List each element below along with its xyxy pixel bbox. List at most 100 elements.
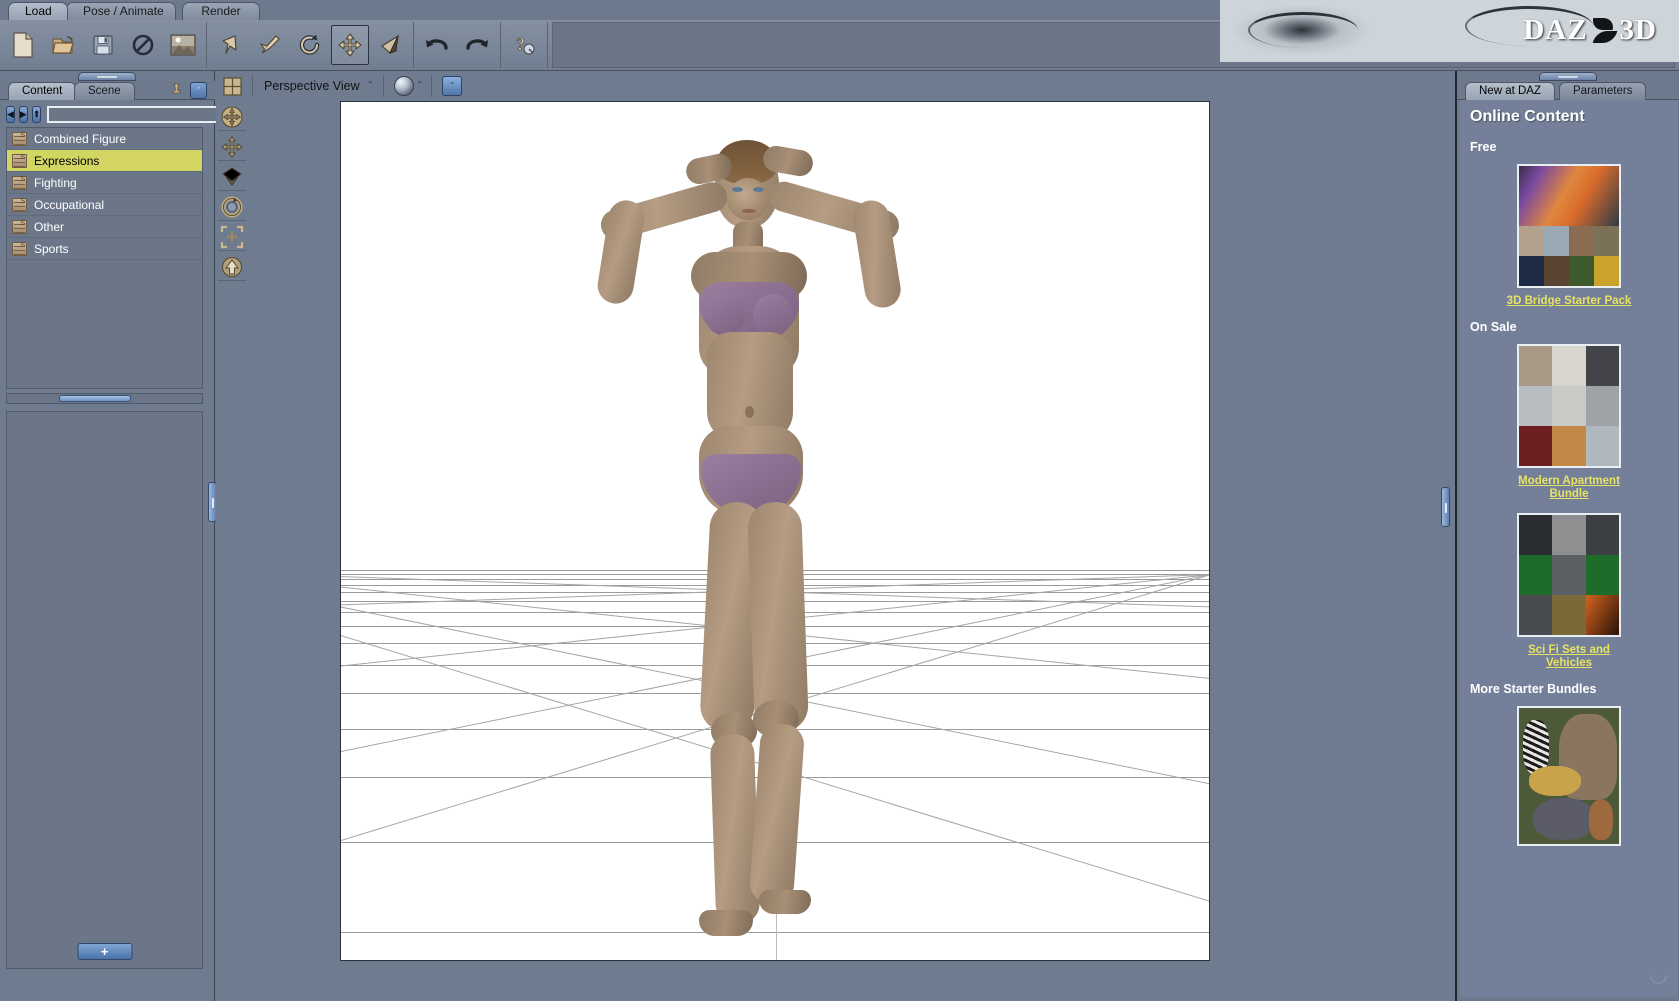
list-item-label: Fighting (34, 175, 77, 190)
pan-camera-icon (221, 135, 243, 158)
modern-apartment-thumb[interactable] (1517, 344, 1621, 468)
tab-load[interactable]: Load (8, 2, 68, 20)
folder-icon (12, 241, 27, 256)
tab-render[interactable]: Render (182, 2, 260, 20)
image-button[interactable] (164, 25, 202, 65)
list-item[interactable]: Fighting (7, 172, 202, 194)
frame-selection-icon (220, 225, 244, 248)
reset-camera-button[interactable] (218, 253, 246, 281)
list-item[interactable]: Other (7, 216, 202, 238)
nav-up-button[interactable]: ⬆ (31, 105, 42, 123)
folder-icon (12, 131, 27, 146)
help-button[interactable]: ? (505, 25, 543, 65)
spotlight-cone-icon (381, 34, 400, 54)
rotate-camera-button[interactable] (218, 193, 246, 221)
pushpin-icon (172, 82, 181, 94)
list-item[interactable]: Expressions (7, 150, 202, 172)
orbit-camera-icon (221, 105, 243, 128)
viewport-layout-button[interactable] (219, 73, 245, 99)
list-item-label: Sports (34, 241, 69, 256)
content-navbar: ◀ ▶ ⬆ ▼ (0, 102, 266, 126)
folder-icon (12, 153, 27, 168)
node-tool-button[interactable] (251, 25, 289, 65)
translate-tool-button[interactable] (331, 25, 369, 65)
online-content-pane: Online Content Free 3D Bridge Starter Pa… (1460, 100, 1678, 997)
toolbar-group-history (414, 22, 501, 68)
animals-bundle-thumb[interactable] (1517, 706, 1621, 846)
left-panel-grip[interactable] (78, 72, 136, 81)
right-panel: New at DAZ Parameters Online Content Fre… (1441, 71, 1679, 1001)
orbit-camera-button[interactable] (218, 103, 246, 131)
new-document-button[interactable] (4, 25, 42, 65)
pin-icon[interactable] (171, 82, 182, 98)
draw-style-chevron-icon: ˇ (418, 80, 422, 92)
list-item[interactable]: Combined Figure (7, 128, 202, 150)
open-folder-icon (52, 36, 74, 54)
scifi-sets-thumb[interactable] (1517, 513, 1621, 637)
shading-sphere-icon (394, 76, 414, 96)
content-list-hscrollbar[interactable] (6, 393, 203, 404)
daz-logo-suffix: 3D (1619, 14, 1657, 46)
content-preview-pane: + (6, 411, 203, 969)
chevron-double-down-icon: ˇ (442, 76, 463, 96)
help-question-icon: ? (516, 34, 535, 55)
dolly-camera-button[interactable] (218, 163, 246, 191)
tab-content[interactable]: Content (8, 82, 77, 100)
content-link-bridge-starter-pack[interactable]: 3D Bridge Starter Pack (1504, 295, 1634, 308)
nav-forward-button[interactable]: ▶ (18, 105, 28, 123)
tab-parameters[interactable]: Parameters (1559, 82, 1647, 100)
toolbar-group-file (0, 22, 207, 68)
viewport-canvas[interactable] (340, 101, 1210, 961)
tab-scene[interactable]: Scene (74, 82, 135, 100)
redo-arrow-icon (466, 39, 488, 50)
viewport-options-button[interactable]: ˇ (439, 73, 465, 99)
new-document-icon (13, 32, 33, 58)
content-link-modern-apartment-bundle[interactable]: Modern Apartment Bundle (1504, 475, 1634, 501)
no-entry-icon (132, 34, 154, 56)
arrow-select-icon (222, 35, 237, 54)
redo-button[interactable] (458, 25, 496, 65)
daz-watermark-icon: ◡ (1648, 961, 1668, 986)
viewport-toolbar: Perspective View ˇ ˇ ˇ (216, 71, 1443, 101)
tab-pose-animate[interactable]: Pose / Animate (66, 2, 176, 20)
daz-swoosh-icon (1591, 16, 1617, 46)
add-content-button[interactable]: + (77, 943, 132, 960)
list-item[interactable]: Occupational (7, 194, 202, 216)
draw-style-button[interactable] (391, 73, 417, 99)
content-folder-list[interactable]: Combined Figure Expressions Fighting Occ… (6, 127, 203, 389)
right-splitter-handle[interactable] (1441, 487, 1450, 527)
right-panel-grip[interactable] (1539, 72, 1597, 81)
camera-selector[interactable]: Perspective View ˇ (257, 79, 379, 93)
translate-move-icon (338, 33, 362, 57)
list-item-label: Expressions (34, 153, 100, 168)
save-button[interactable] (84, 25, 122, 65)
undo-button[interactable] (418, 25, 456, 65)
bridge-starter-pack-thumb[interactable] (1517, 164, 1621, 288)
page-title: Online Content (1470, 108, 1585, 125)
undo-arrow-icon (426, 39, 448, 50)
folder-icon (12, 219, 27, 234)
open-folder-button[interactable] (44, 25, 82, 65)
viewport-tool-column (216, 101, 248, 1001)
select-tool-button[interactable] (211, 25, 249, 65)
clear-button[interactable] (124, 25, 162, 65)
camera-label: Perspective View (264, 79, 360, 93)
content-link-scifi-sets-and-vehicles[interactable]: Sci Fi Sets and Vehicles (1504, 644, 1634, 670)
rotate-tool-button[interactable] (291, 25, 329, 65)
daz-logo-text: DAZ (1523, 14, 1588, 46)
list-item-label: Occupational (34, 197, 105, 212)
image-thumbnail-icon (170, 34, 196, 56)
section-heading-free: Free (1470, 140, 1497, 154)
content-path-input[interactable] (47, 105, 229, 123)
spotlight-tool-button[interactable] (371, 25, 409, 65)
pan-camera-button[interactable] (218, 133, 246, 161)
left-panel-collapse-button[interactable]: ˇ (190, 82, 207, 99)
list-item[interactable]: Sports (7, 238, 202, 260)
rotate-tool-icon (299, 34, 320, 55)
rotate-camera-icon (221, 196, 243, 217)
nav-back-button[interactable]: ◀ (6, 105, 15, 123)
right-panel-inner: New at DAZ Parameters Online Content Fre… (1455, 71, 1679, 1001)
female-figure-3d-model[interactable] (581, 134, 921, 954)
tab-new-at-daz[interactable]: New at DAZ (1465, 82, 1555, 100)
frame-selection-button[interactable] (218, 223, 246, 251)
